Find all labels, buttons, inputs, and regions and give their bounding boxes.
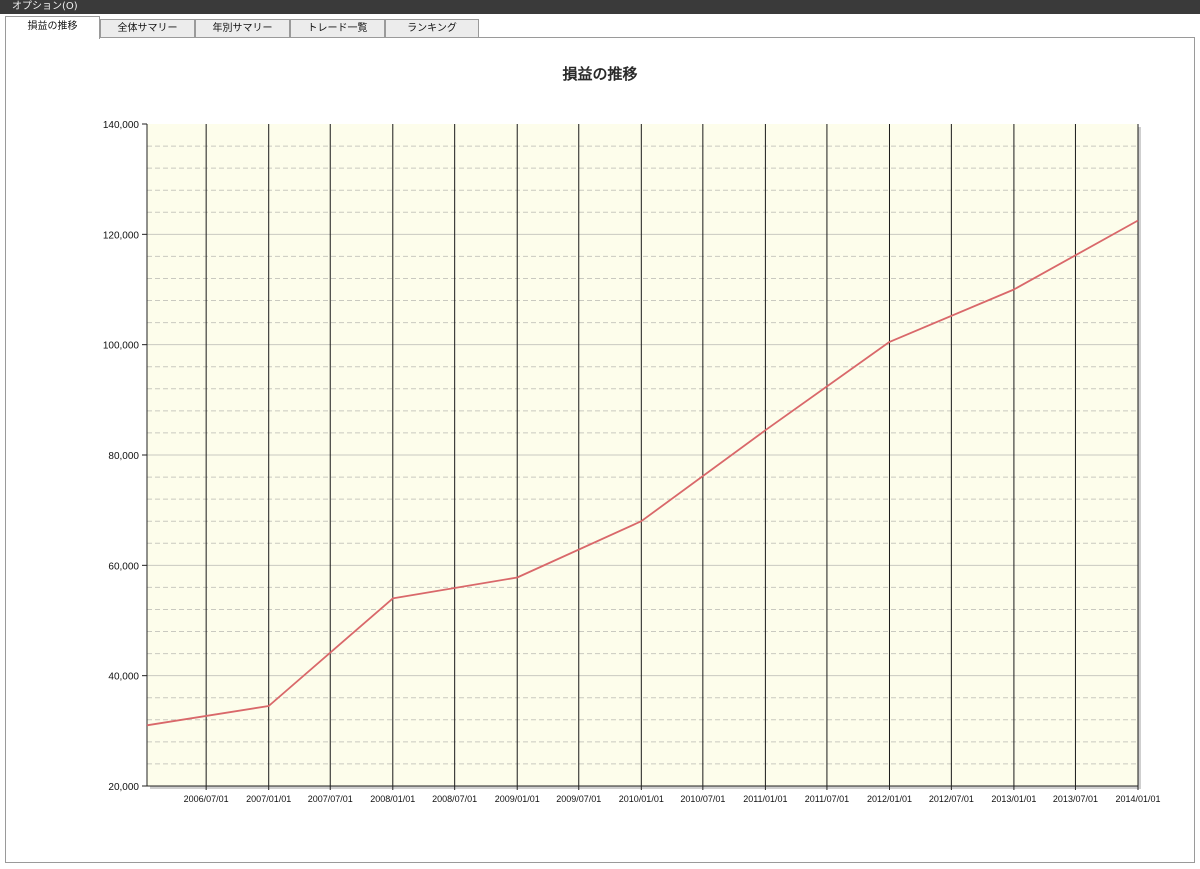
x-tick-label: 2008/01/01 [370,794,415,804]
menu-bar: オプション(O) [0,0,1200,14]
y-tick-label: 40,000 [108,672,139,683]
tab-profit-trend[interactable]: 損益の推移 [5,16,100,39]
tab-overall-summary[interactable]: 全体サマリー [100,19,195,38]
y-tick-label: 60,000 [108,561,139,572]
x-tick-label: 2009/07/01 [556,794,601,804]
x-tick-label: 2007/01/01 [246,794,291,804]
y-tick-label: 100,000 [103,341,140,352]
x-tick-label: 2012/01/01 [867,794,912,804]
chart-svg: 損益の推移 20,000 40,000 60,000 80,000 100,000 120… [103,65,1161,804]
x-tick-label: 2006/07/01 [184,794,229,804]
x-tick-label: 2010/01/01 [619,794,664,804]
plot-area: 20,000 40,000 60,000 80,000 100,000 120,000 14… [103,120,1161,804]
y-tick-label: 80,000 [108,451,139,462]
chart-title: 損益の推移 [562,65,637,83]
x-tick-label: 2009/01/01 [495,794,540,804]
chart-panel: 損益の推移 20,000 40,000 60,000 80,000 100,000 120… [5,37,1195,863]
tab-ranking[interactable]: ランキング [385,19,479,38]
y-tick-label: 120,000 [103,230,140,241]
x-tick-label: 2011/01/01 [743,794,787,804]
menu-options[interactable]: オプション(O) [12,0,78,14]
tab-trade-list[interactable]: トレード一覧 [290,19,385,38]
x-tick-label: 2008/07/01 [432,794,477,804]
x-tick-label: 2011/07/01 [805,794,849,804]
y-tick-label: 140,000 [103,120,140,131]
x-tick-label: 2012/07/01 [929,794,974,804]
y-tick-label: 20,000 [108,782,139,793]
x-tick-label: 2013/01/01 [991,794,1036,804]
x-tick-label: 2007/07/01 [308,794,353,804]
x-tick-label: 2013/07/01 [1053,794,1098,804]
x-tick-label: 2010/07/01 [680,794,725,804]
tab-strip: 損益の推移 全体サマリー 年別サマリー トレード一覧 ランキング [0,14,1200,39]
tab-yearly-summary[interactable]: 年別サマリー [195,19,290,38]
x-tick-label: 2014/01/01 [1115,794,1160,804]
